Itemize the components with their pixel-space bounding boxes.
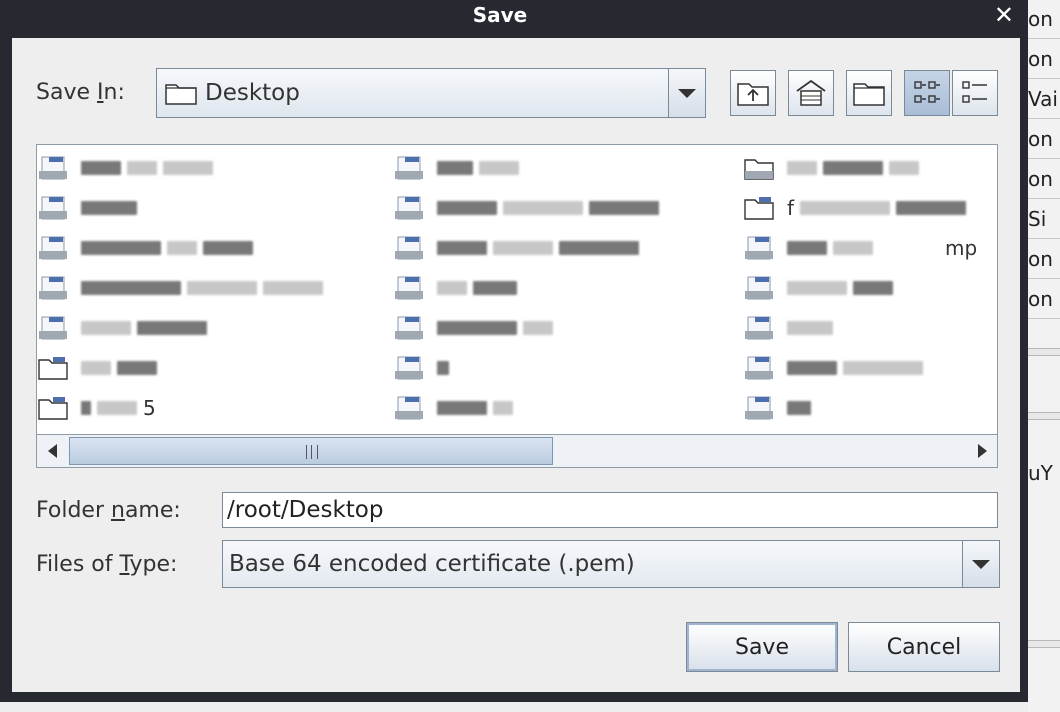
background-fragment: uY xyxy=(1028,461,1053,485)
list-item[interactable] xyxy=(743,351,997,385)
cancel-button[interactable]: Cancel xyxy=(848,622,1000,672)
file-name-fragment: 5 xyxy=(143,396,156,420)
close-icon[interactable]: ✕ xyxy=(994,0,1014,30)
background-row: Vai xyxy=(1028,80,1060,119)
list-item[interactable] xyxy=(393,191,733,225)
chevron-right-icon xyxy=(977,444,987,458)
list-item[interactable] xyxy=(37,271,377,305)
file-icon xyxy=(395,156,423,180)
background-separator xyxy=(1028,348,1060,356)
save-in-value: Desktop xyxy=(205,80,300,106)
file-icon xyxy=(395,276,423,300)
file-icon xyxy=(39,196,67,220)
details-view-icon xyxy=(962,81,987,103)
files-of-type-value: Base 64 encoded certificate (.pem) xyxy=(229,551,635,577)
background-separator xyxy=(1028,640,1060,648)
list-item[interactable] xyxy=(393,391,733,425)
file-icon xyxy=(745,236,773,260)
grip-icon xyxy=(306,445,318,459)
folder-icon xyxy=(744,159,774,180)
list-item[interactable] xyxy=(743,151,997,185)
up-one-level-button[interactable] xyxy=(730,70,776,116)
file-icon xyxy=(395,356,423,380)
chevron-left-icon xyxy=(47,444,57,458)
chevron-down-icon xyxy=(678,88,696,98)
details-view-button[interactable] xyxy=(952,70,998,116)
list-item[interactable] xyxy=(37,231,377,265)
new-folder-button[interactable] xyxy=(846,70,892,116)
file-icon xyxy=(745,396,773,420)
list-view-icon xyxy=(914,81,940,103)
folder-icon xyxy=(38,357,68,380)
list-item[interactable] xyxy=(393,311,733,345)
file-icon xyxy=(39,276,67,300)
list-view-button[interactable] xyxy=(904,70,950,116)
save-in-label: Save In: xyxy=(36,80,125,105)
home-icon xyxy=(796,79,826,106)
new-folder-icon xyxy=(853,83,885,106)
save-button[interactable]: Save xyxy=(686,622,838,672)
list-item[interactable]: 5 xyxy=(37,391,377,425)
list-item[interactable] xyxy=(37,151,377,185)
files-of-type-combo[interactable]: Base 64 encoded certificate (.pem) xyxy=(222,540,1000,588)
list-item[interactable] xyxy=(743,391,997,425)
list-item[interactable] xyxy=(393,151,733,185)
background-row: on xyxy=(1028,120,1060,159)
file-icon xyxy=(395,316,423,340)
list-item[interactable] xyxy=(37,311,377,345)
file-name-fragment: mp xyxy=(945,236,978,260)
save-in-dropdown-button[interactable] xyxy=(668,69,705,117)
file-icon xyxy=(395,396,423,420)
list-item[interactable] xyxy=(743,271,997,305)
file-icon xyxy=(39,316,67,340)
background-separator xyxy=(1028,412,1060,420)
file-icon xyxy=(39,156,67,180)
dialog-content: Save In: Desktop 5 f mp Folder name: /ro… xyxy=(12,38,1020,692)
list-item[interactable] xyxy=(393,271,733,305)
background-row: on xyxy=(1028,160,1060,199)
save-in-combo[interactable]: Desktop xyxy=(156,68,706,118)
list-item[interactable]: mp xyxy=(743,231,997,265)
file-icon xyxy=(745,316,773,340)
scroll-right-button[interactable] xyxy=(967,435,997,467)
home-button[interactable] xyxy=(788,70,834,116)
file-icon xyxy=(395,236,423,260)
title-bar[interactable]: Save ✕ xyxy=(0,0,1028,38)
save-dialog: Save ✕ Save In: Desktop 5 f mp Folder na… xyxy=(0,0,1028,702)
scrollbar-thumb[interactable] xyxy=(69,437,553,465)
background-window: on on Vai on on Si on on uY xyxy=(1028,0,1060,712)
file-list[interactable]: 5 f mp xyxy=(36,144,998,468)
file-name-fragment: f xyxy=(787,196,795,220)
list-item[interactable] xyxy=(37,351,377,385)
list-item[interactable] xyxy=(37,191,377,225)
background-row: Si xyxy=(1028,200,1060,239)
list-item[interactable] xyxy=(743,311,997,345)
file-icon xyxy=(745,356,773,380)
files-of-type-label: Files of Type: xyxy=(36,552,178,577)
folder-name-label: Folder name: xyxy=(36,498,181,523)
files-of-type-dropdown-button[interactable] xyxy=(962,541,999,587)
folder-icon xyxy=(744,197,774,220)
folder-icon xyxy=(165,84,197,105)
background-row: on xyxy=(1028,280,1060,319)
folder-name-input[interactable]: /root/Desktop xyxy=(222,492,998,528)
file-icon xyxy=(745,276,773,300)
background-row: on xyxy=(1028,40,1060,79)
horizontal-scrollbar[interactable] xyxy=(36,434,998,468)
chevron-down-icon xyxy=(972,559,990,569)
file-icon xyxy=(395,196,423,220)
file-icon xyxy=(39,236,67,260)
scroll-left-button[interactable] xyxy=(37,435,67,467)
list-item[interactable]: f xyxy=(743,191,997,225)
folder-icon xyxy=(38,397,68,420)
background-row: on xyxy=(1028,0,1060,39)
list-item[interactable] xyxy=(393,231,733,265)
background-row: on xyxy=(1028,240,1060,279)
folder-up-icon xyxy=(737,83,769,106)
dialog-title: Save xyxy=(472,3,528,27)
list-item[interactable] xyxy=(393,351,733,385)
